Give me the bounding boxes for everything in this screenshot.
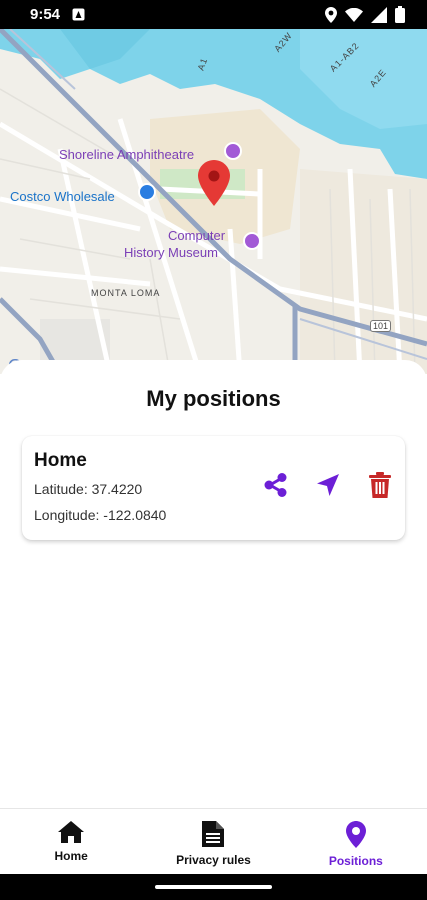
- position-latitude: Latitude: 37.4220: [34, 481, 143, 497]
- bottom-navigation: Home Privacy rules Positions: [0, 808, 427, 875]
- wifi-icon: [345, 7, 363, 22]
- nav-item-privacy-rules[interactable]: Privacy rules: [142, 809, 284, 875]
- status-bar: 9:54: [0, 0, 427, 29]
- navigate-button[interactable]: [313, 470, 343, 500]
- position-longitude: Longitude: -122.0840: [34, 507, 167, 523]
- nav-label-privacy-rules: Privacy rules: [176, 853, 251, 867]
- gesture-handle[interactable]: [155, 885, 272, 889]
- nav-item-home[interactable]: Home: [0, 809, 142, 875]
- map-label-museum-line2: History Museum: [124, 245, 218, 260]
- nav-label-home: Home: [54, 849, 88, 863]
- share-button[interactable]: [261, 470, 291, 500]
- position-name: Home: [34, 450, 87, 471]
- nav-label-positions: Positions: [328, 854, 383, 868]
- status-time: 9:54: [30, 6, 61, 23]
- location-pin-icon: [345, 821, 366, 848]
- map-highway-101-badge: 101: [370, 320, 392, 332]
- museum-poi-icon[interactable]: [243, 232, 261, 250]
- sheet-title: My positions: [146, 386, 281, 411]
- home-icon: [58, 821, 85, 843]
- document-icon: [202, 821, 225, 847]
- map-label-costco: Costco Wholesale: [10, 189, 115, 204]
- share-icon: [264, 473, 287, 497]
- map-label-shoreline: Shoreline Amphitheatre: [59, 147, 195, 162]
- position-card[interactable]: Home Latitude: 37.4220 Longitude: -122.0…: [22, 436, 405, 540]
- notification-app-icon: [72, 8, 85, 21]
- map-label-monta-loma: MONTA LOMA: [91, 288, 161, 298]
- battery-icon: [395, 6, 405, 23]
- positions-sheet: My positions Home Latitude: 37.4220 Long…: [0, 360, 427, 810]
- map-marker-icon[interactable]: [198, 160, 230, 211]
- amphitheatre-poi-icon[interactable]: [224, 142, 242, 160]
- shopping-poi-icon[interactable]: [138, 183, 156, 201]
- signal-icon: [371, 6, 387, 23]
- system-gesture-bar: [0, 874, 427, 900]
- map-label-museum-line1: Computer: [168, 228, 226, 243]
- map-view[interactable]: G Shoreline Amphitheatre Costco Wholesal…: [0, 29, 427, 374]
- delete-button[interactable]: [365, 470, 395, 500]
- nav-item-positions[interactable]: Positions: [285, 809, 427, 875]
- trash-icon: [369, 472, 391, 498]
- location-status-icon: [325, 6, 337, 23]
- navigation-arrow-icon: [317, 474, 339, 496]
